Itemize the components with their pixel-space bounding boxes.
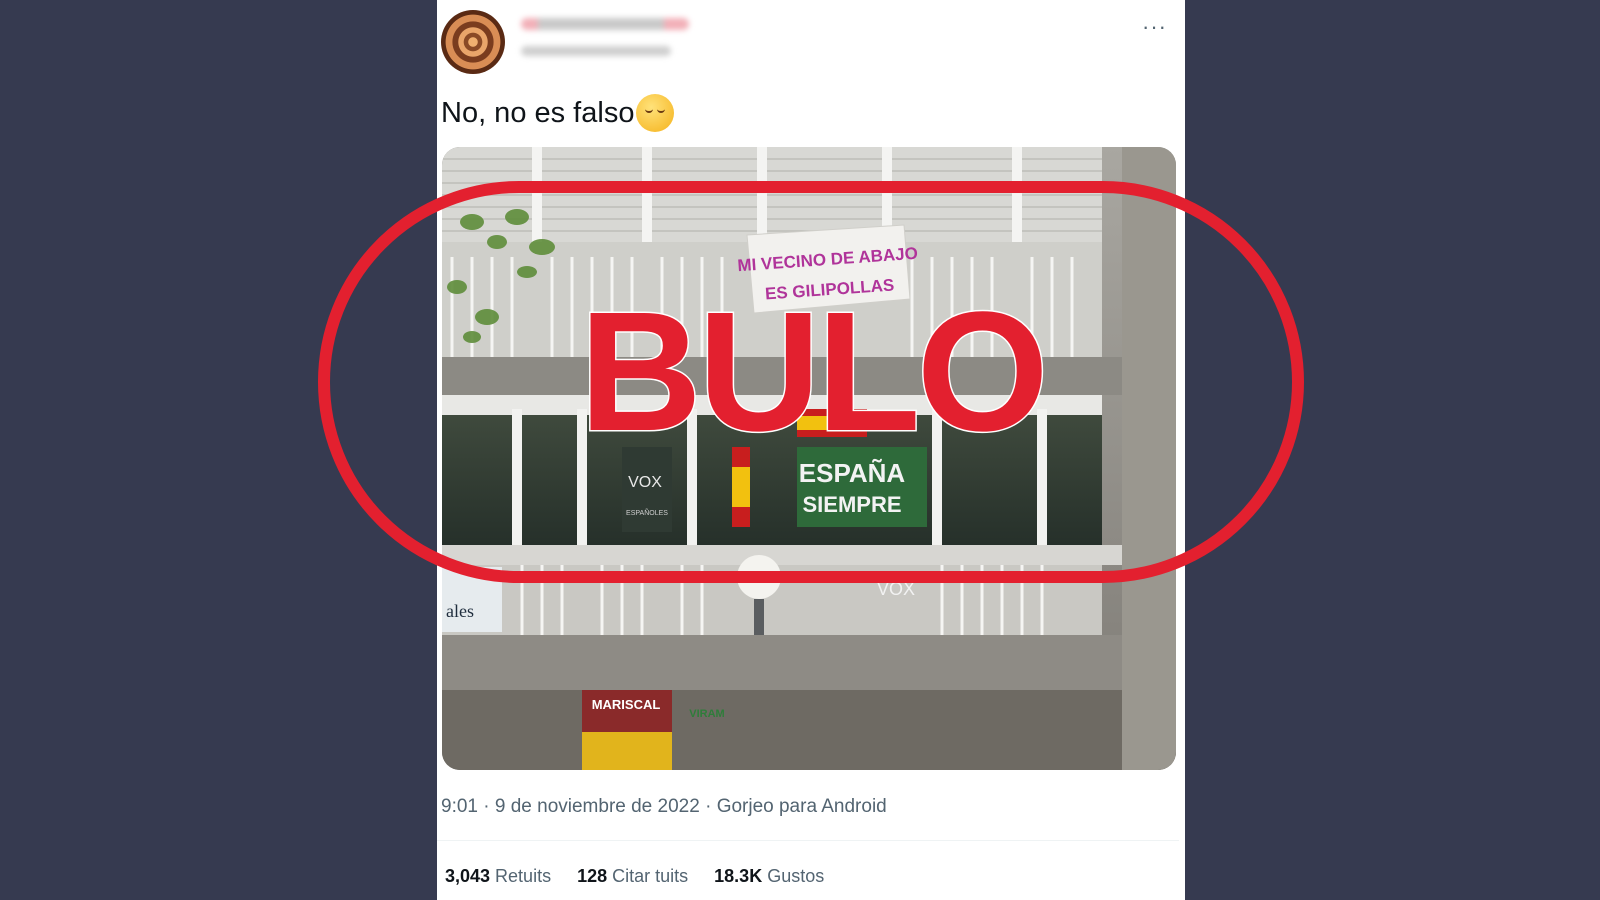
building-photo: MI VECINO DE ABAJO ES GILIPOLLAS VOX ESP…	[442, 147, 1176, 770]
tweet-photo[interactable]: MI VECINO DE ABAJO ES GILIPOLLAS VOX ESP…	[442, 147, 1176, 770]
tweet-source[interactable]: Gorjeo para Android	[717, 796, 887, 817]
retweets-stat[interactable]: 3,043 Retuits	[445, 866, 551, 887]
tweet-stats: 3,043 Retuits 128 Citar tuits 18.3K Gustos	[445, 866, 824, 887]
lower-vox-logo: VOX	[877, 579, 915, 599]
tweet-text: No, no es falso	[441, 94, 675, 132]
relieved-face-emoji-icon	[636, 94, 675, 132]
tweet-text-content: No, no es falso	[441, 96, 635, 129]
author-name-blurred[interactable]	[521, 18, 689, 30]
left-sign-text: ales	[446, 601, 474, 621]
shop-sign-2: VIRAM	[689, 708, 724, 720]
quote-tweets-stat[interactable]: 128 Citar tuits	[577, 866, 688, 887]
meta-separator: ·	[705, 796, 717, 817]
quote-tweets-count: 128	[577, 866, 608, 886]
quote-tweets-label: Citar tuits	[612, 866, 689, 886]
retweets-label: Retuits	[495, 866, 552, 886]
likes-stat[interactable]: 18.3K Gustos	[714, 866, 824, 887]
small-poster-text: ESPAÑOLES	[626, 508, 668, 517]
more-options-icon[interactable]: ···	[1142, 14, 1167, 40]
poster-line-1: ESPAÑA	[799, 458, 906, 488]
vox-poster-logo: VOX	[628, 474, 662, 491]
avatar[interactable]	[441, 10, 505, 74]
divider	[437, 840, 1179, 841]
likes-label: Gustos	[767, 866, 825, 886]
tweet-metadata: 9:01 · 9 de noviembre de 2022 · Gorjeo p…	[441, 796, 887, 818]
likes-count: 18.3K	[714, 866, 763, 886]
poster-line-2: SIEMPRE	[802, 492, 901, 517]
shop-sign: MARISCAL	[592, 697, 661, 712]
tweet-timestamp[interactable]: 9:01 · 9 de noviembre de 2022	[441, 796, 700, 817]
author-handle-blurred[interactable]	[521, 46, 671, 56]
retweets-count: 3,043	[445, 866, 491, 886]
tweet-card: ··· No, no es falso MI VECINO DE ABAJO E…	[437, 0, 1185, 900]
